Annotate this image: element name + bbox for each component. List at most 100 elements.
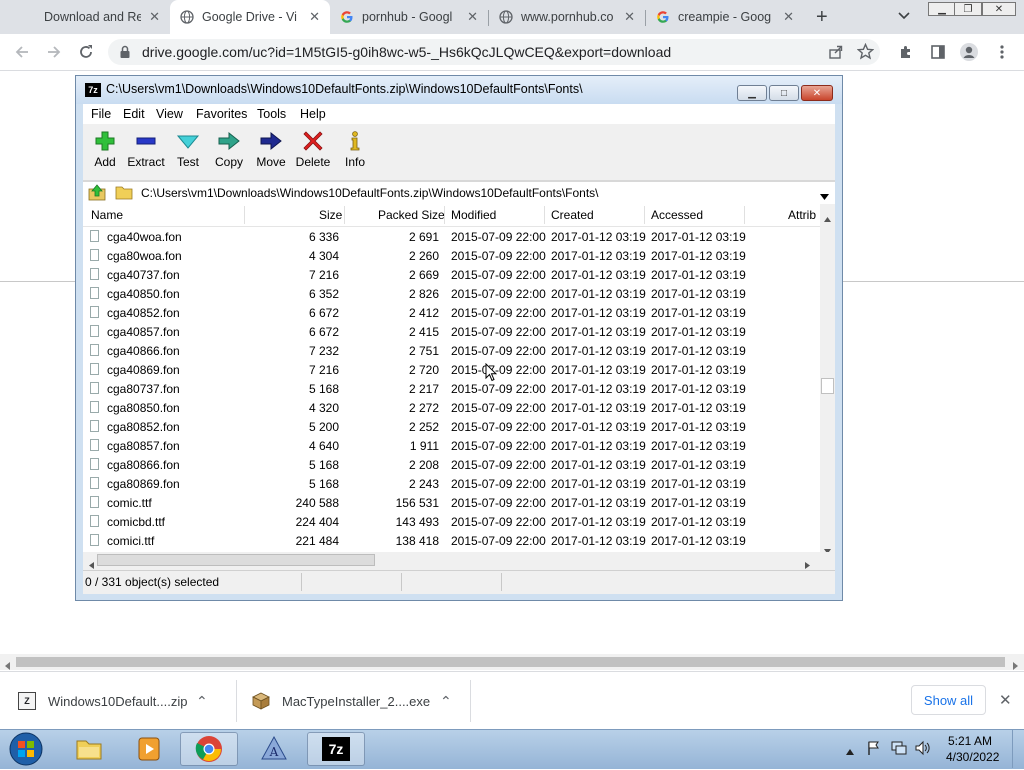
column-separator[interactable] — [444, 206, 445, 224]
7zip-titlebar[interactable]: 7z C:\Users\vm1\Downloads\Windows10Defau… — [76, 76, 842, 104]
lock-icon[interactable] — [119, 45, 131, 62]
network-icon[interactable] — [890, 740, 908, 759]
column-accessed[interactable]: Accessed — [651, 208, 703, 222]
page-horizontal-scrollbar[interactable] — [0, 654, 1024, 670]
menu-file[interactable]: File — [91, 107, 111, 121]
test-button[interactable]: Test — [166, 128, 210, 176]
more-menu-icon[interactable] — [992, 42, 1012, 62]
show-desktop-button[interactable] — [1012, 730, 1024, 768]
menu-view[interactable]: View — [156, 107, 183, 121]
column-size[interactable]: Size — [319, 208, 342, 222]
action-center-flag-icon[interactable] — [866, 740, 882, 759]
file-row[interactable]: comici.ttf 221 484 138 418 2015-07-09 22:00… — [83, 531, 820, 550]
address-bar[interactable]: drive.google.com/uc?id=1M5tGI5-g0ih8wc-w… — [108, 39, 880, 65]
new-tab-button[interactable]: + — [816, 6, 828, 29]
tab-www-pornhub[interactable]: www.pornhub.co ✕ — [489, 0, 645, 34]
extract-button[interactable]: Extract — [124, 128, 168, 176]
file-row[interactable]: cga40852.fon 6 672 2 412 2015-07-09 22:00 20… — [83, 303, 820, 322]
file-row[interactable]: cga40869.fon 7 216 2 720 2015-07-09 22:00 20… — [83, 360, 820, 379]
tab-creampie-google[interactable]: creampie - Goog ✕ — [646, 0, 804, 34]
file-row[interactable]: cga80869.fon 5 168 2 243 2015-07-09 22:00 20… — [83, 474, 820, 493]
extensions-puzzle-icon[interactable] — [896, 42, 916, 62]
file-row[interactable]: cga40woa.fon 6 336 2 691 2015-07-09 22:00 20… — [83, 227, 820, 246]
tab-close-icon[interactable]: ✕ — [624, 9, 635, 25]
file-row[interactable]: comic.ttf 240 588 156 531 2015-07-09 22:00 2… — [83, 493, 820, 512]
clock-time[interactable]: 5:21 AM — [948, 734, 992, 748]
volume-icon[interactable] — [914, 740, 932, 759]
file-row[interactable]: cga40857.fon 6 672 2 415 2015-07-09 22:00 20… — [83, 322, 820, 341]
scroll-up-arrow-icon[interactable] — [824, 210, 831, 225]
file-row[interactable]: cga80850.fon 4 320 2 272 2015-07-09 22:00 20… — [83, 398, 820, 417]
minimize-icon[interactable]: ▁ — [928, 2, 956, 16]
tab-google-drive[interactable]: Google Drive - Vi ✕ — [170, 0, 330, 34]
bookmark-star-icon[interactable] — [856, 42, 875, 63]
tray-expand-icon[interactable] — [846, 743, 854, 758]
up-folder-icon[interactable] — [88, 184, 106, 204]
download-item-zip[interactable]: Z Windows10Default....zip ⌃ — [18, 672, 236, 730]
horizontal-scrollbar[interactable] — [83, 552, 835, 569]
7zip-path-field[interactable]: C:\Users\vm1\Downloads\Windows10DefaultF… — [141, 186, 599, 200]
horizontal-scroll-thumb[interactable] — [97, 554, 375, 566]
column-separator[interactable] — [744, 206, 745, 224]
reload-icon[interactable] — [76, 42, 96, 62]
file-row[interactable]: cga40866.fon 7 232 2 751 2015-07-09 22:00 20… — [83, 341, 820, 360]
file-row[interactable]: cga80woa.fon 4 304 2 260 2015-07-09 22:00 20… — [83, 246, 820, 265]
tab-close-icon[interactable]: ✕ — [783, 9, 794, 25]
vertical-scrollbar[interactable] — [820, 204, 835, 554]
vertical-scroll-thumb[interactable] — [821, 378, 834, 394]
taskbar-7zip[interactable]: 7z — [307, 732, 365, 766]
menu-favorites[interactable]: Favorites — [196, 107, 247, 121]
taskbar-chrome[interactable] — [180, 732, 238, 766]
close-icon[interactable]: ✕ — [801, 85, 833, 101]
tab-close-icon[interactable]: ✕ — [149, 9, 160, 25]
file-row[interactable]: cga40850.fon 6 352 2 826 2015-07-09 22:00 20… — [83, 284, 820, 303]
back-arrow-icon[interactable] — [12, 42, 32, 62]
menu-tools[interactable]: Tools — [257, 107, 286, 121]
chevron-up-icon[interactable]: ⌃ — [440, 693, 452, 710]
taskbar-font-app[interactable]: A — [245, 732, 303, 766]
column-separator[interactable] — [244, 206, 245, 224]
column-attrib[interactable]: Attrib — [788, 208, 816, 222]
restore-icon[interactable]: ❐ — [954, 2, 982, 16]
download-item-exe[interactable]: MacTypeInstaller_2....exe ⌃ — [252, 672, 470, 730]
column-separator[interactable] — [544, 206, 545, 224]
close-shelf-icon[interactable]: ✕ — [999, 691, 1012, 709]
chevron-up-icon[interactable]: ⌃ — [196, 693, 208, 710]
menu-edit[interactable]: Edit — [123, 107, 145, 121]
tab-download-and-re[interactable]: Download and Re ✕ — [0, 0, 170, 34]
file-row[interactable]: cga80857.fon 4 640 1 911 2015-07-09 22:00 20… — [83, 436, 820, 455]
file-row[interactable]: cga40737.fon 7 216 2 669 2015-07-09 22:00 20… — [83, 265, 820, 284]
file-row[interactable]: comicbd.ttf 224 404 143 493 2015-07-09 22:0… — [83, 512, 820, 531]
column-separator[interactable] — [644, 206, 645, 224]
delete-button[interactable]: Delete — [291, 128, 335, 176]
clock-date[interactable]: 4/30/2022 — [946, 750, 999, 764]
minimize-icon[interactable]: ▁ — [737, 85, 767, 101]
add-button[interactable]: Add — [83, 128, 127, 176]
chevron-down-icon[interactable] — [820, 188, 829, 203]
info-button[interactable]: Info — [333, 128, 377, 176]
copy-button[interactable]: Copy — [207, 128, 251, 176]
maximize-icon[interactable]: □ — [769, 85, 799, 101]
tab-pornhub-google[interactable]: pornhub - Googl ✕ — [330, 0, 488, 34]
page-scroll-thumb[interactable] — [16, 657, 1005, 667]
column-packed-size[interactable]: Packed Size — [378, 208, 445, 222]
menu-help[interactable]: Help — [300, 107, 326, 121]
side-panel-icon[interactable] — [928, 42, 948, 62]
tab-search-chevron-icon[interactable] — [897, 8, 911, 25]
taskbar-explorer[interactable] — [60, 732, 118, 766]
column-separator[interactable] — [344, 206, 345, 224]
tab-close-icon[interactable]: ✕ — [309, 9, 320, 25]
column-name[interactable]: Name — [91, 208, 123, 222]
column-created[interactable]: Created — [551, 208, 594, 222]
file-row[interactable]: cga80852.fon 5 200 2 252 2015-07-09 22:00 20… — [83, 417, 820, 436]
column-modified[interactable]: Modified — [451, 208, 496, 222]
forward-arrow-icon[interactable] — [44, 42, 64, 62]
tab-close-icon[interactable]: ✕ — [467, 9, 478, 25]
close-icon[interactable]: ✕ — [982, 2, 1016, 16]
share-icon[interactable] — [828, 44, 844, 63]
show-all-button[interactable]: Show all — [911, 685, 986, 715]
start-button[interactable] — [6, 731, 46, 767]
profile-avatar-icon[interactable] — [959, 42, 979, 62]
taskbar-media-player[interactable] — [120, 732, 178, 766]
move-button[interactable]: Move — [249, 128, 293, 176]
